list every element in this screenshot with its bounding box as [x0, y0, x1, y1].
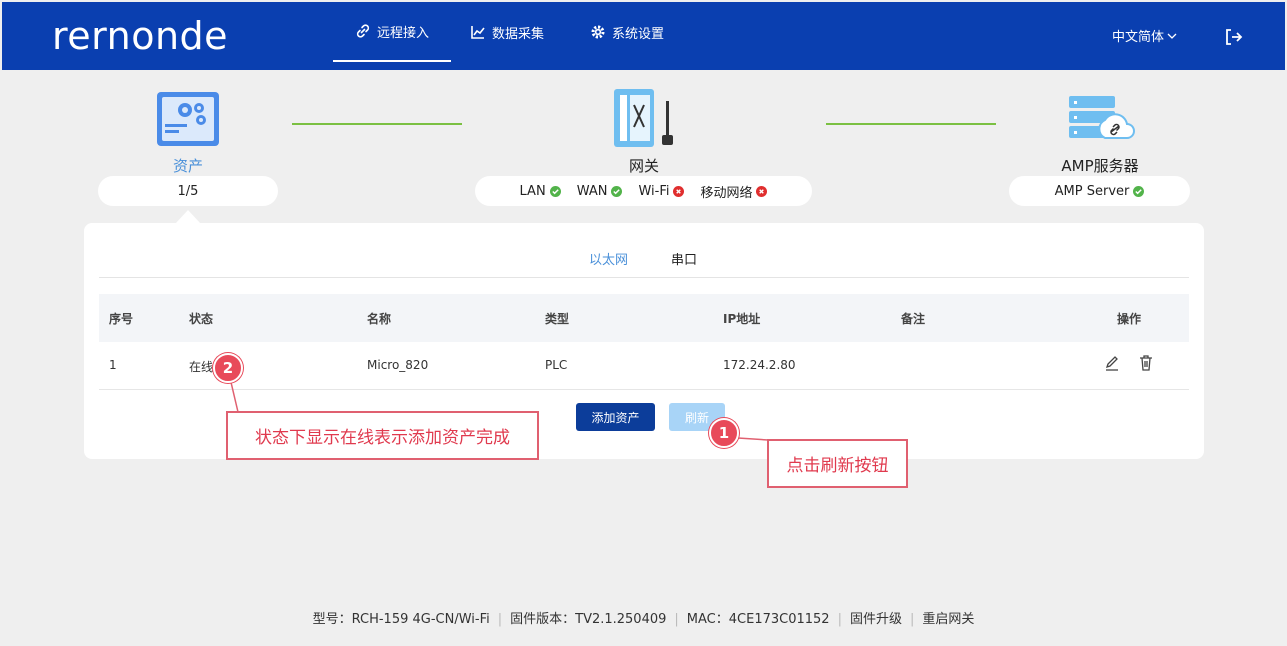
nav-data-collection[interactable]: 数据采集	[470, 2, 544, 62]
tab-bar: 以太网 串口	[99, 243, 1189, 278]
col-index: 序号	[109, 312, 134, 326]
nav-remote-access[interactable]: 远程接入	[333, 2, 451, 62]
delete-icon[interactable]	[1137, 354, 1155, 372]
status-wan: WAN	[577, 184, 623, 199]
nav-label: 数据采集	[492, 26, 545, 42]
asset-label: 资产	[172, 157, 203, 175]
asset-icon[interactable]	[155, 90, 221, 148]
server-status-pill: AMP Server	[1009, 176, 1190, 206]
server-icon[interactable]	[1067, 94, 1135, 144]
col-status: 状态	[189, 312, 214, 326]
footer: 型号：RCH-159 4G-CN/Wi-Fi | 固件版本：TV2.1.250409…	[312, 612, 975, 627]
footer-mac: MAC：4CE173C01152	[686, 612, 830, 627]
check-icon	[611, 185, 623, 197]
link-icon	[356, 24, 370, 38]
row-index: 1	[109, 358, 117, 372]
check-icon	[1133, 185, 1145, 197]
tab-serial[interactable]: 串口	[671, 249, 697, 268]
footer-firmware: 固件版本：TV2.1.250409	[510, 612, 667, 627]
language-label: 中文简体	[1112, 30, 1165, 45]
connector-line-right	[826, 123, 996, 125]
chevron-down-icon	[1167, 33, 1177, 39]
gateway-status-pill: LAN WAN Wi-Fi 移动网络	[475, 176, 812, 206]
chart-icon	[471, 26, 485, 39]
gear-icon	[591, 25, 605, 39]
status-lan: LAN	[520, 184, 561, 199]
row-ip: 172.24.2.80	[723, 358, 796, 372]
asset-count-pill: 1/5	[98, 176, 278, 206]
annotation-note-2: 状态下显示在线表示添加资产完成	[226, 411, 539, 460]
nav-label: 系统设置	[612, 26, 665, 42]
add-asset-button[interactable]: 添加资产	[576, 403, 655, 431]
firmware-upgrade-link[interactable]: 固件升级	[850, 612, 902, 627]
col-note: 备注	[901, 312, 926, 326]
table-header: 序号 状态 名称 类型 IP地址 备注 操作	[99, 294, 1189, 342]
top-header: rernonde 远程接入 数据采集 系统设置 中文简体	[2, 2, 1285, 70]
error-icon	[673, 185, 685, 197]
status-wifi: Wi-Fi	[638, 184, 685, 199]
asset-count: 1/5	[177, 183, 199, 199]
brand-logo[interactable]: rernonde	[52, 14, 228, 58]
status-amp-server: AMP Server	[1055, 184, 1145, 199]
gateway-label: 网关	[628, 157, 659, 175]
language-select[interactable]: 中文简体	[1112, 26, 1178, 45]
logout-icon[interactable]	[1223, 27, 1243, 47]
gateway-icon[interactable]	[612, 87, 678, 149]
tab-ethernet[interactable]: 以太网	[589, 249, 628, 268]
nav-system-settings[interactable]: 系统设置	[590, 2, 664, 62]
col-ip: IP地址	[723, 312, 761, 326]
col-actions: 操作	[1117, 312, 1142, 326]
edit-icon[interactable]	[1103, 354, 1121, 372]
connector-line-left	[292, 123, 462, 125]
selection-pointer	[175, 210, 201, 224]
asset-table: 序号 状态 名称 类型 IP地址 备注 操作 1 在线 Micro_820 PL…	[99, 294, 1189, 390]
nav-label: 远程接入	[376, 25, 429, 41]
server-label: AMP服务器	[1061, 157, 1139, 175]
footer-model: 型号：RCH-159 4G-CN/Wi-Fi	[312, 612, 490, 627]
row-name: Micro_820	[367, 358, 429, 372]
annotation-badge-1: 1	[709, 418, 739, 448]
table-row: 1 在线 Micro_820 PLC 172.24.2.80	[99, 342, 1189, 390]
annotation-badge-2: 2	[213, 353, 243, 383]
status-mobile: 移动网络	[700, 182, 768, 201]
check-icon	[549, 185, 561, 197]
col-type: 类型	[545, 312, 570, 326]
reboot-gateway-link[interactable]: 重启网关	[922, 612, 974, 627]
error-icon	[756, 185, 768, 197]
col-name: 名称	[367, 312, 392, 326]
row-status: 在线	[189, 360, 214, 374]
annotation-note-1: 点击刷新按钮	[767, 439, 908, 488]
row-type: PLC	[545, 358, 568, 372]
